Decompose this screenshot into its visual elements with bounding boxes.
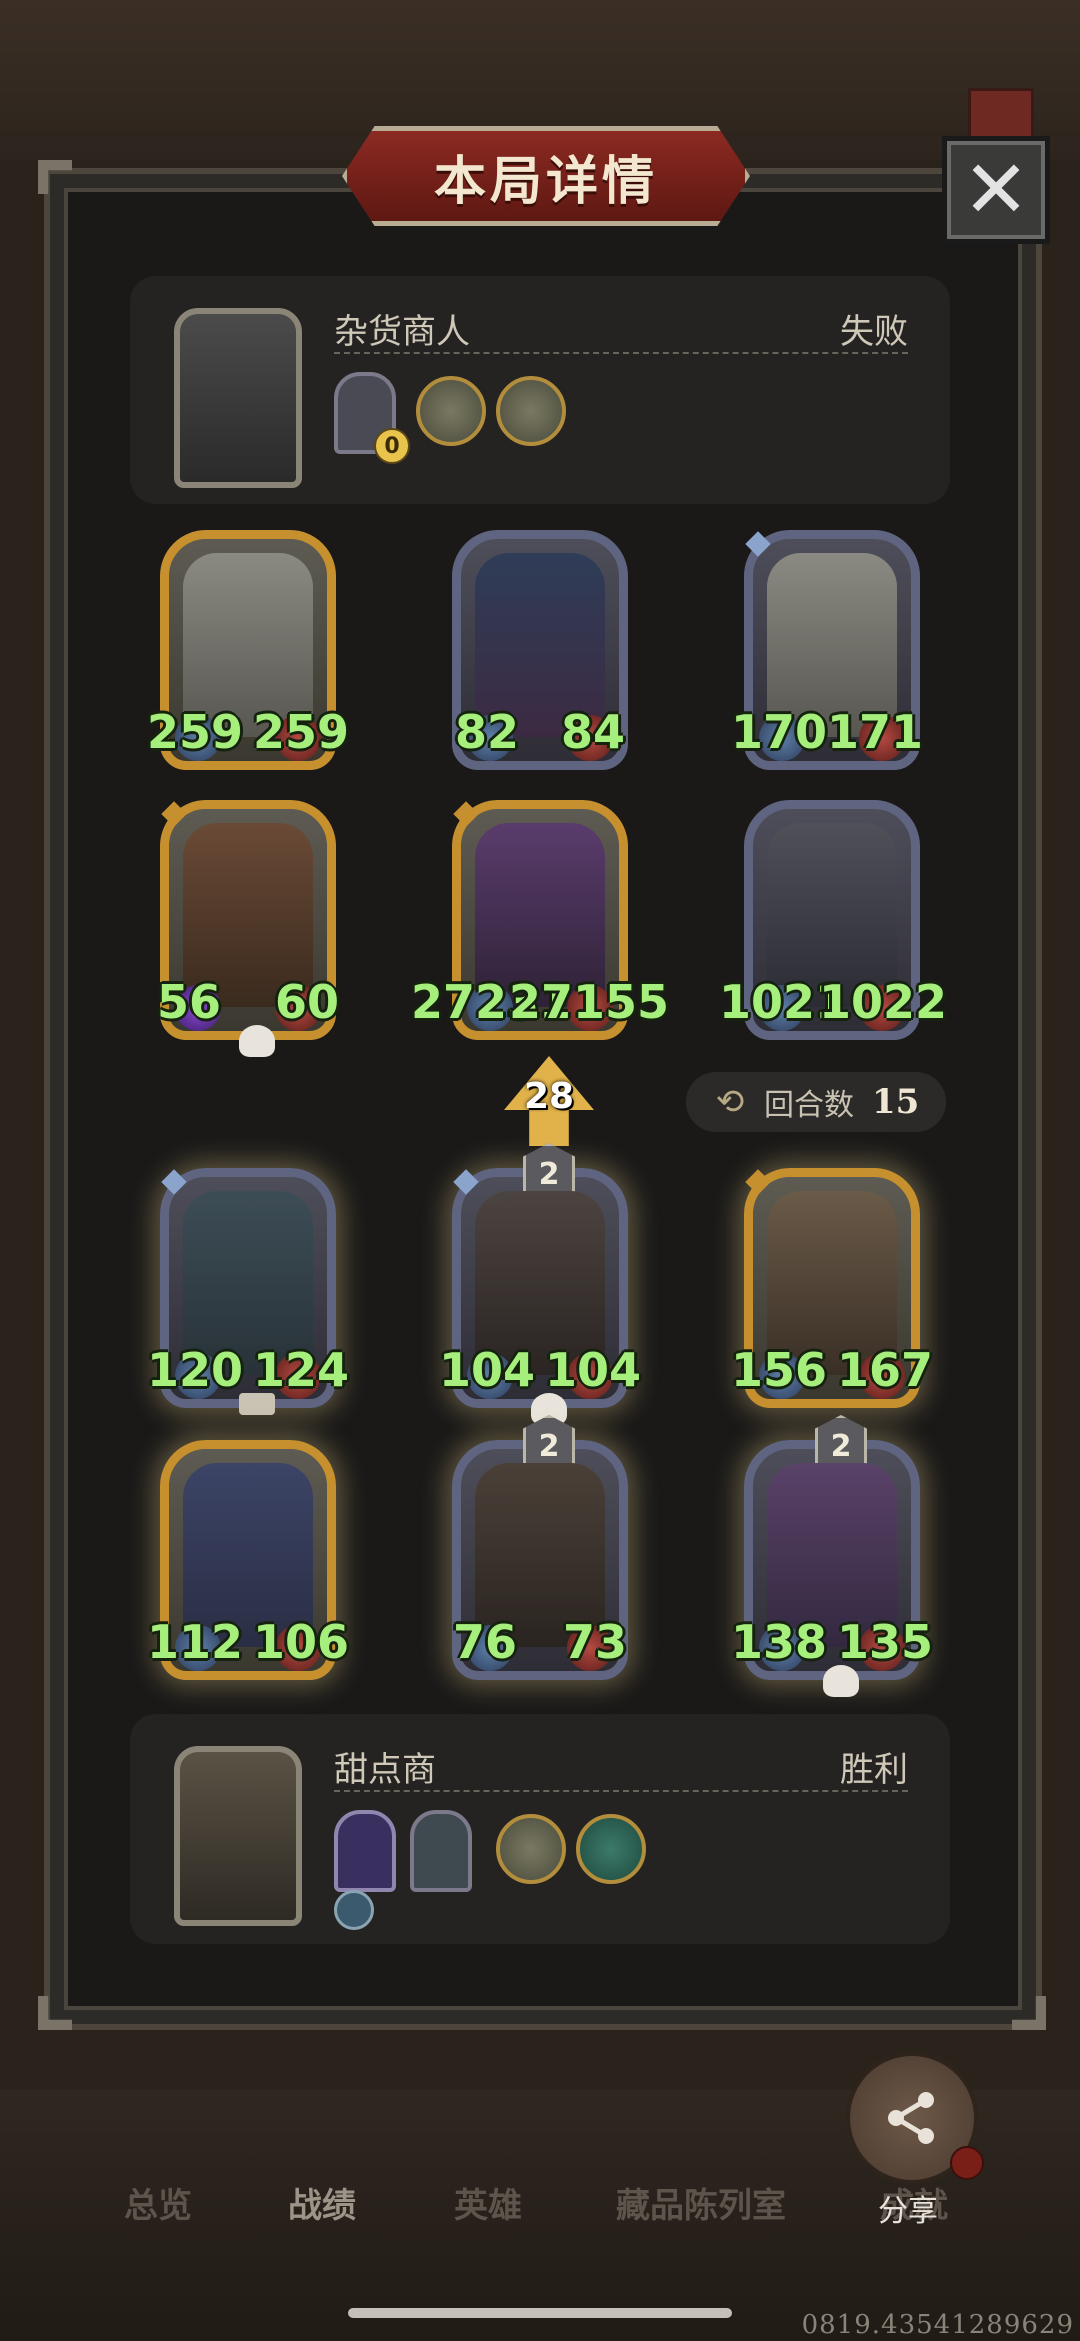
share-label: 分享 (878, 2194, 938, 2229)
unit-health: 135 (836, 1615, 933, 1669)
player-unit-turtle[interactable]: 120 124 (147, 1168, 349, 1415)
version-text: 0819.43541289629 (801, 2310, 1074, 2340)
unit-attack: 156 (731, 1343, 828, 1397)
page-title: 本局详情 (433, 151, 658, 212)
nav-tab-overview[interactable]: 总览 (124, 2178, 192, 2227)
round-value: 15 (872, 1082, 920, 1122)
relic-item[interactable] (334, 1810, 396, 1892)
nav-tab-records[interactable]: 战绩 (288, 2178, 356, 2227)
relic-item[interactable]: 0 (334, 372, 410, 464)
relic-item[interactable] (496, 1814, 566, 1884)
title-plate: 本局详情 (342, 126, 750, 226)
player-unit-paladin[interactable]: 112 106 (147, 1440, 349, 1680)
repeat-icon: ⟲ (715, 1082, 745, 1122)
opponent-portrait[interactable] (174, 308, 302, 488)
relic-item[interactable] (416, 376, 486, 446)
enemy-unit-dragon[interactable]: 1021 1022 (719, 800, 947, 1040)
round-counter: ⟲ 回合数 15 (686, 1072, 946, 1132)
unit-attack: 170 (731, 705, 828, 759)
skull-icon (239, 1025, 275, 1057)
player-portrait[interactable] (174, 1746, 302, 1926)
share-icon (888, 2092, 934, 2144)
relic-item[interactable] (410, 1810, 472, 1892)
close-icon: ✕ (962, 143, 1030, 236)
unit-attack: 82 (455, 705, 520, 759)
home-indicator[interactable] (348, 2308, 732, 2318)
unit-attack: 120 (147, 1343, 244, 1397)
player-unit-girl[interactable]: 156 167 (731, 1168, 933, 1408)
nav-tab-collection[interactable]: 藏品陈列室 (616, 2178, 786, 2227)
enemy-unit-windmill[interactable]: 259 259 (147, 530, 349, 770)
unit-health: 84 (560, 705, 625, 759)
unit-health: 171 (826, 705, 923, 759)
unit-health: 104 (544, 1343, 641, 1397)
opponent-result: 失败 (840, 312, 908, 352)
player-unit-shield[interactable]: 2 76 73 (452, 1415, 628, 1680)
divider (334, 1790, 908, 1792)
divider (334, 352, 908, 354)
player-unit-dwarf[interactable]: 2 138 135 (731, 1415, 933, 1697)
relic-item[interactable] (496, 376, 566, 446)
unit-attack: 104 (439, 1343, 536, 1397)
nav-tab-heroes[interactable]: 英雄 (454, 2178, 522, 2227)
player-result: 胜利 (840, 1750, 908, 1790)
unit-health: 73 (562, 1615, 627, 1669)
skull-icon (823, 1665, 859, 1697)
unit-health: 27155 (508, 975, 669, 1029)
enemy-unit-windmill[interactable]: 170 171 (731, 530, 923, 770)
unit-attack: 76 (453, 1615, 518, 1669)
unit-attack: 112 (147, 1615, 244, 1669)
unit-health: 124 (252, 1343, 349, 1397)
unit-attack: 138 (731, 1615, 828, 1669)
notification-dot (950, 2146, 984, 2180)
relic-item[interactable] (576, 1814, 646, 1884)
player-unit-knight[interactable]: 2 104 104 (439, 1143, 641, 1425)
player-card: 甜点商 胜利 (130, 1714, 950, 1944)
unit-health: 60 (274, 975, 339, 1029)
unit-health: 1022 (818, 975, 947, 1029)
round-label: 回合数 (764, 1088, 854, 1123)
player-name: 甜点商 (334, 1750, 436, 1790)
close-button[interactable]: ✕ (942, 136, 1050, 244)
opponent-name: 杂货商人 (334, 312, 470, 352)
damage-value: 28 (523, 1076, 575, 1117)
enemy-unit-elf[interactable]: 82 84 (452, 530, 628, 770)
enemy-unit-flower-girl[interactable]: 56 60 (157, 800, 339, 1057)
enemy-unit-dragon[interactable]: 27231 27155 (411, 800, 669, 1040)
unit-health: 167 (836, 1343, 933, 1397)
relic-count-badge: 0 (374, 428, 410, 464)
unit-attack: 56 (157, 975, 222, 1029)
unit-health: 106 (252, 1615, 349, 1669)
unit-attack: 259 (147, 705, 244, 759)
unit-health: 259 (252, 705, 349, 759)
opponent-card: 杂货商人 失败 0 (130, 276, 950, 504)
skill-gem-icon[interactable] (334, 1890, 374, 1930)
